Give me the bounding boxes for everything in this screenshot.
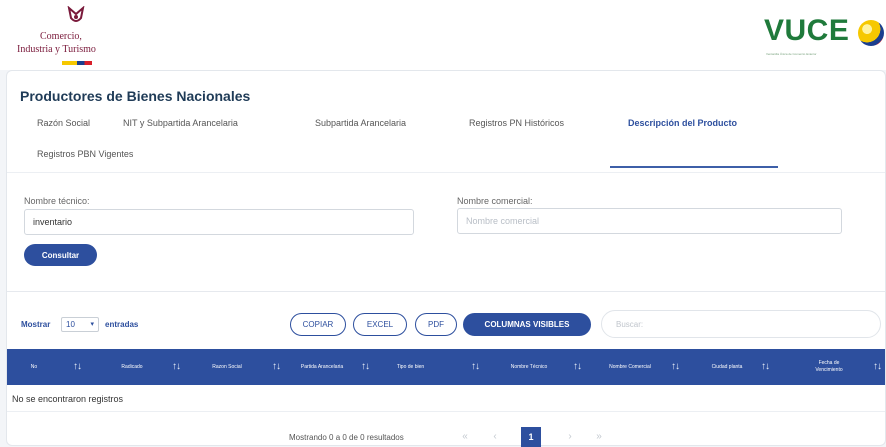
tab-registros-historicos[interactable]: Registros PN Históricos <box>469 118 564 128</box>
page-title: Productores de Bienes Nacionales <box>20 88 251 104</box>
next-page-button[interactable]: › <box>560 427 580 447</box>
column-header-ciudad-planta[interactable]: Ciudad planta <box>697 349 757 385</box>
column-header-fecha-vencimiento[interactable]: Fecha de Vencimiento <box>805 349 853 385</box>
page-1-button[interactable]: 1 <box>521 427 541 447</box>
chevron-down-icon: ▾ <box>90 321 94 328</box>
column-header-tipo-bien[interactable]: Tipo de bien <box>383 349 438 385</box>
column-header-nombre-comercial[interactable]: Nombre Comercial <box>591 349 669 385</box>
page-length-select[interactable]: 10 ▾ <box>61 317 99 332</box>
table-search-input[interactable] <box>601 310 881 338</box>
nombre-comercial-label: Nombre comercial: <box>457 196 533 206</box>
empty-table-message: No se encontraron registros <box>12 394 124 404</box>
section-divider <box>7 291 885 292</box>
tabs-divider <box>7 172 885 173</box>
nombre-tecnico-input[interactable] <box>24 209 414 235</box>
nombre-comercial-input[interactable] <box>457 208 842 234</box>
table-header: No ↑↓ Radicado ↑↓ Razon Social ↑↓ Partid… <box>7 349 885 385</box>
length-prefix-label: Mostrar <box>21 320 51 329</box>
tab-razon-social[interactable]: Razón Social <box>37 118 90 128</box>
column-header-radicado[interactable]: Radicado <box>107 349 157 385</box>
vuce-logo[interactable]: VUCE Ventanilla Única de Comercio Exteri… <box>764 14 884 58</box>
nombre-tecnico-label: Nombre técnico: <box>24 196 90 206</box>
tab-nit-subpartida[interactable]: NIT y Subpartida Arancelaria <box>123 118 238 128</box>
excel-button[interactable]: EXCEL <box>353 313 407 336</box>
tab-registros-vigentes[interactable]: Registros PBN Vigentes <box>37 149 133 159</box>
first-page-button[interactable]: « <box>455 427 475 447</box>
previous-page-button[interactable]: ‹ <box>485 427 505 447</box>
visible-columns-button[interactable]: COLUMNAS VISIBLES <box>463 313 591 336</box>
consultar-button[interactable]: Consultar <box>24 244 97 266</box>
page-length-value: 10 <box>66 320 75 329</box>
length-suffix-label: entradas <box>105 320 139 329</box>
active-tab-indicator <box>610 166 778 168</box>
pagination-info: Mostrando 0 a 0 de 0 resultados <box>289 433 404 442</box>
sort-icon[interactable]: ↑↓ <box>471 361 480 372</box>
copy-button[interactable]: COPIAR <box>290 313 346 336</box>
vuce-tagline: Ventanilla Única de Comercio Exterior <box>766 52 817 56</box>
sort-icon[interactable]: ↑↓ <box>573 361 582 372</box>
sort-icon[interactable]: ↑↓ <box>272 361 281 372</box>
column-header-no[interactable]: No <box>19 349 49 385</box>
rows-divider <box>7 411 885 412</box>
column-header-partida-arancelaria[interactable]: Partida Arancelaria <box>283 349 361 385</box>
content-card: Productores de Bienes Nacionales Razón S… <box>6 70 886 447</box>
ministry-name-line2: Industria y Turismo <box>17 44 96 55</box>
column-header-razon-social[interactable]: Razon Social <box>202 349 252 385</box>
globe-icon <box>858 20 884 46</box>
colombia-flag-stripe <box>62 61 92 65</box>
sort-icon[interactable]: ↑↓ <box>172 361 181 372</box>
pdf-button[interactable]: PDF <box>415 313 457 336</box>
column-header-nombre-tecnico[interactable]: Nombre Técnico <box>489 349 569 385</box>
sort-icon[interactable]: ↑↓ <box>873 361 882 372</box>
sort-icon[interactable]: ↑↓ <box>73 361 82 372</box>
vuce-wordmark: VUCE <box>764 14 850 47</box>
coat-of-arms-icon <box>67 6 85 22</box>
sort-icon[interactable]: ↑↓ <box>361 361 370 372</box>
sort-icon[interactable]: ↑↓ <box>671 361 680 372</box>
ministry-name-line1: Comercio, <box>40 31 82 42</box>
sort-icon[interactable]: ↑↓ <box>761 361 770 372</box>
last-page-button[interactable]: » <box>589 427 609 447</box>
site-header: Comercio, Industria y Turismo VUCE Venta… <box>0 0 886 70</box>
ministry-logo[interactable]: Comercio, Industria y Turismo <box>10 4 160 66</box>
tab-descripcion-producto[interactable]: Descripción del Producto <box>628 118 737 128</box>
tab-subpartida-arancelaria[interactable]: Subpartida Arancelaria <box>315 118 406 128</box>
